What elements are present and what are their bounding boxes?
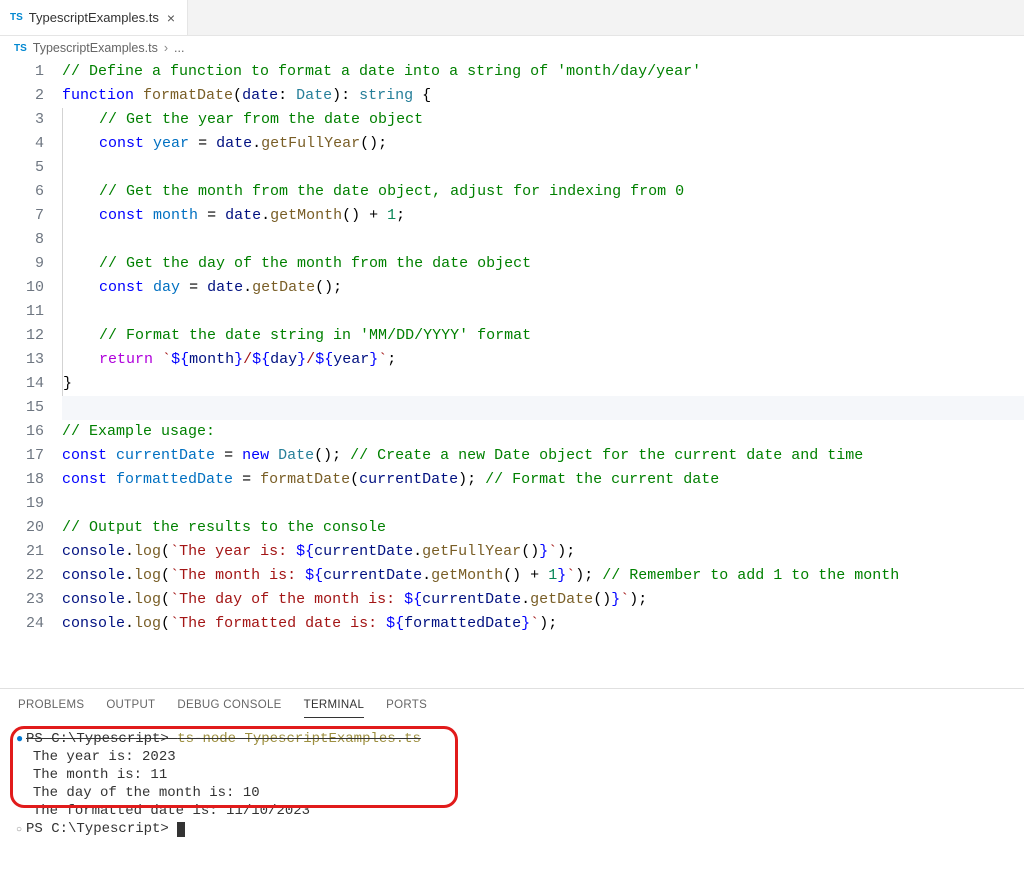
line-number: 6 [0,180,44,204]
line-number: 19 [0,492,44,516]
line-number: 17 [0,444,44,468]
line-number: 8 [0,228,44,252]
code-line[interactable]: // Get the day of the month from the dat… [62,252,1024,276]
code-line[interactable]: return `${month}/${day}/${year}`; [62,348,1024,372]
code-line[interactable]: // Example usage: [62,420,1024,444]
line-number: 20 [0,516,44,540]
code-line[interactable]: const year = date.getFullYear(); [62,132,1024,156]
panel-tab-debug-console[interactable]: DEBUG CONSOLE [177,699,281,718]
tab-typescript-examples[interactable]: TS TypescriptExamples.ts × [0,0,188,35]
line-number: 5 [0,156,44,180]
code-line[interactable]: // Output the results to the console [62,516,1024,540]
line-number: 13 [0,348,44,372]
line-number: 4 [0,132,44,156]
cursor-icon [177,822,185,837]
code-line[interactable] [62,156,1024,180]
code-line[interactable] [62,300,1024,324]
breadcrumb[interactable]: TS TypescriptExamples.ts › ... [0,36,1024,60]
code-line[interactable]: // Format the date string in 'MM/DD/YYYY… [62,324,1024,348]
terminal-prompt[interactable]: ○PS C:\Typescript> [16,820,1008,840]
panel-tabs: PROBLEMS OUTPUT DEBUG CONSOLE TERMINAL PORTS [0,689,1024,724]
line-number: 2 [0,84,44,108]
line-number: 24 [0,612,44,636]
line-number: 23 [0,588,44,612]
terminal-line: ●PS C:\Typescript> ts-node TypescriptExa… [16,730,1008,748]
code-line[interactable] [62,228,1024,252]
line-number: 12 [0,324,44,348]
code-line[interactable]: // Define a function to format a date in… [62,60,1024,84]
line-number-gutter: 123456789101112131415161718192021222324 [0,60,62,636]
line-number: 1 [0,60,44,84]
code-line[interactable]: const formattedDate = formatDate(current… [62,468,1024,492]
code-line[interactable] [62,396,1024,420]
panel-tab-problems[interactable]: PROBLEMS [18,699,84,718]
line-number: 21 [0,540,44,564]
line-number: 9 [0,252,44,276]
code-line[interactable]: console.log(`The formatted date is: ${fo… [62,612,1024,636]
code-area[interactable]: // Define a function to format a date in… [62,60,1024,636]
tab-filename: TypescriptExamples.ts [29,10,159,25]
line-number: 10 [0,276,44,300]
line-number: 7 [0,204,44,228]
line-number: 15 [0,396,44,420]
panel-tab-output[interactable]: OUTPUT [106,699,155,718]
code-line[interactable]: const currentDate = new Date(); // Creat… [62,444,1024,468]
code-line[interactable]: // Get the month from the date object, a… [62,180,1024,204]
code-line[interactable] [62,492,1024,516]
bottom-panel: PROBLEMS OUTPUT DEBUG CONSOLE TERMINAL PORTS… [0,688,1024,878]
code-line[interactable]: console.log(`The year is: ${currentDate.… [62,540,1024,564]
code-line[interactable]: // Get the year from the date object [62,108,1024,132]
terminal-line: The year is: 2023 [16,748,1008,766]
line-number: 14 [0,372,44,396]
code-line[interactable]: const day = date.getDate(); [62,276,1024,300]
line-number: 22 [0,564,44,588]
code-line[interactable]: console.log(`The day of the month is: ${… [62,588,1024,612]
code-line[interactable]: console.log(`The month is: ${currentDate… [62,564,1024,588]
code-line[interactable]: } [62,372,1024,396]
line-number: 18 [0,468,44,492]
code-line[interactable]: const month = date.getMonth() + 1; [62,204,1024,228]
editor-tabs-bar: TS TypescriptExamples.ts × [0,0,1024,36]
terminal-line: The day of the month is: 10 [16,784,1008,802]
chevron-right-icon: › [164,41,168,55]
code-editor[interactable]: 123456789101112131415161718192021222324 … [0,60,1024,656]
terminal-line: The month is: 11 [16,766,1008,784]
terminal-line: The formatted date is: 11/10/2023 [16,802,1008,820]
line-number: 16 [0,420,44,444]
panel-tab-terminal[interactable]: TERMINAL [304,699,365,718]
line-number: 11 [0,300,44,324]
breadcrumb-filename: TypescriptExamples.ts [33,41,158,55]
code-line[interactable]: function formatDate(date: Date): string … [62,84,1024,108]
terminal[interactable]: ●PS C:\Typescript> ts-node TypescriptExa… [0,724,1024,850]
breadcrumb-rest: ... [174,41,184,55]
panel-tab-ports[interactable]: PORTS [386,699,427,718]
typescript-icon: TS [10,12,23,23]
line-number: 3 [0,108,44,132]
typescript-icon: TS [14,43,27,54]
close-icon[interactable]: × [165,10,177,26]
